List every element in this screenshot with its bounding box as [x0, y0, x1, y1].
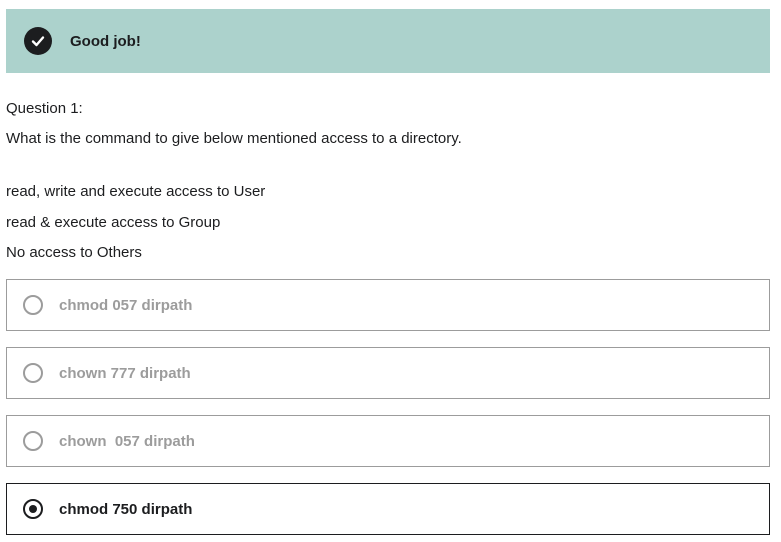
- requirement-user: read, write and execute access to User: [6, 183, 266, 200]
- radio-button[interactable]: [23, 363, 43, 383]
- radio-selected-dot: [29, 505, 37, 513]
- radio-button-selected[interactable]: [23, 499, 43, 519]
- answer-option-4[interactable]: chmod 750 dirpath: [6, 483, 770, 535]
- answer-option-label: chmod 750 dirpath: [59, 500, 193, 518]
- question-prompt: What is the command to give below mentio…: [6, 130, 462, 147]
- check-circle-icon: [24, 27, 52, 55]
- answer-option-label: chmod 057 dirpath: [59, 296, 193, 314]
- requirement-others: No access to Others: [6, 244, 142, 261]
- answer-option-label: chown 777 dirpath: [59, 364, 191, 382]
- answer-option-1[interactable]: chmod 057 dirpath: [6, 279, 770, 331]
- answer-option-2[interactable]: chown 777 dirpath: [6, 347, 770, 399]
- radio-button[interactable]: [23, 295, 43, 315]
- answer-option-label: chown 057 dirpath: [59, 432, 195, 450]
- requirement-group: read & execute access to Group: [6, 214, 221, 231]
- feedback-banner: Good job!: [6, 9, 770, 73]
- question-number: Question 1:: [6, 100, 83, 117]
- feedback-message: Good job!: [70, 32, 141, 50]
- radio-button[interactable]: [23, 431, 43, 451]
- answer-option-3[interactable]: chown 057 dirpath: [6, 415, 770, 467]
